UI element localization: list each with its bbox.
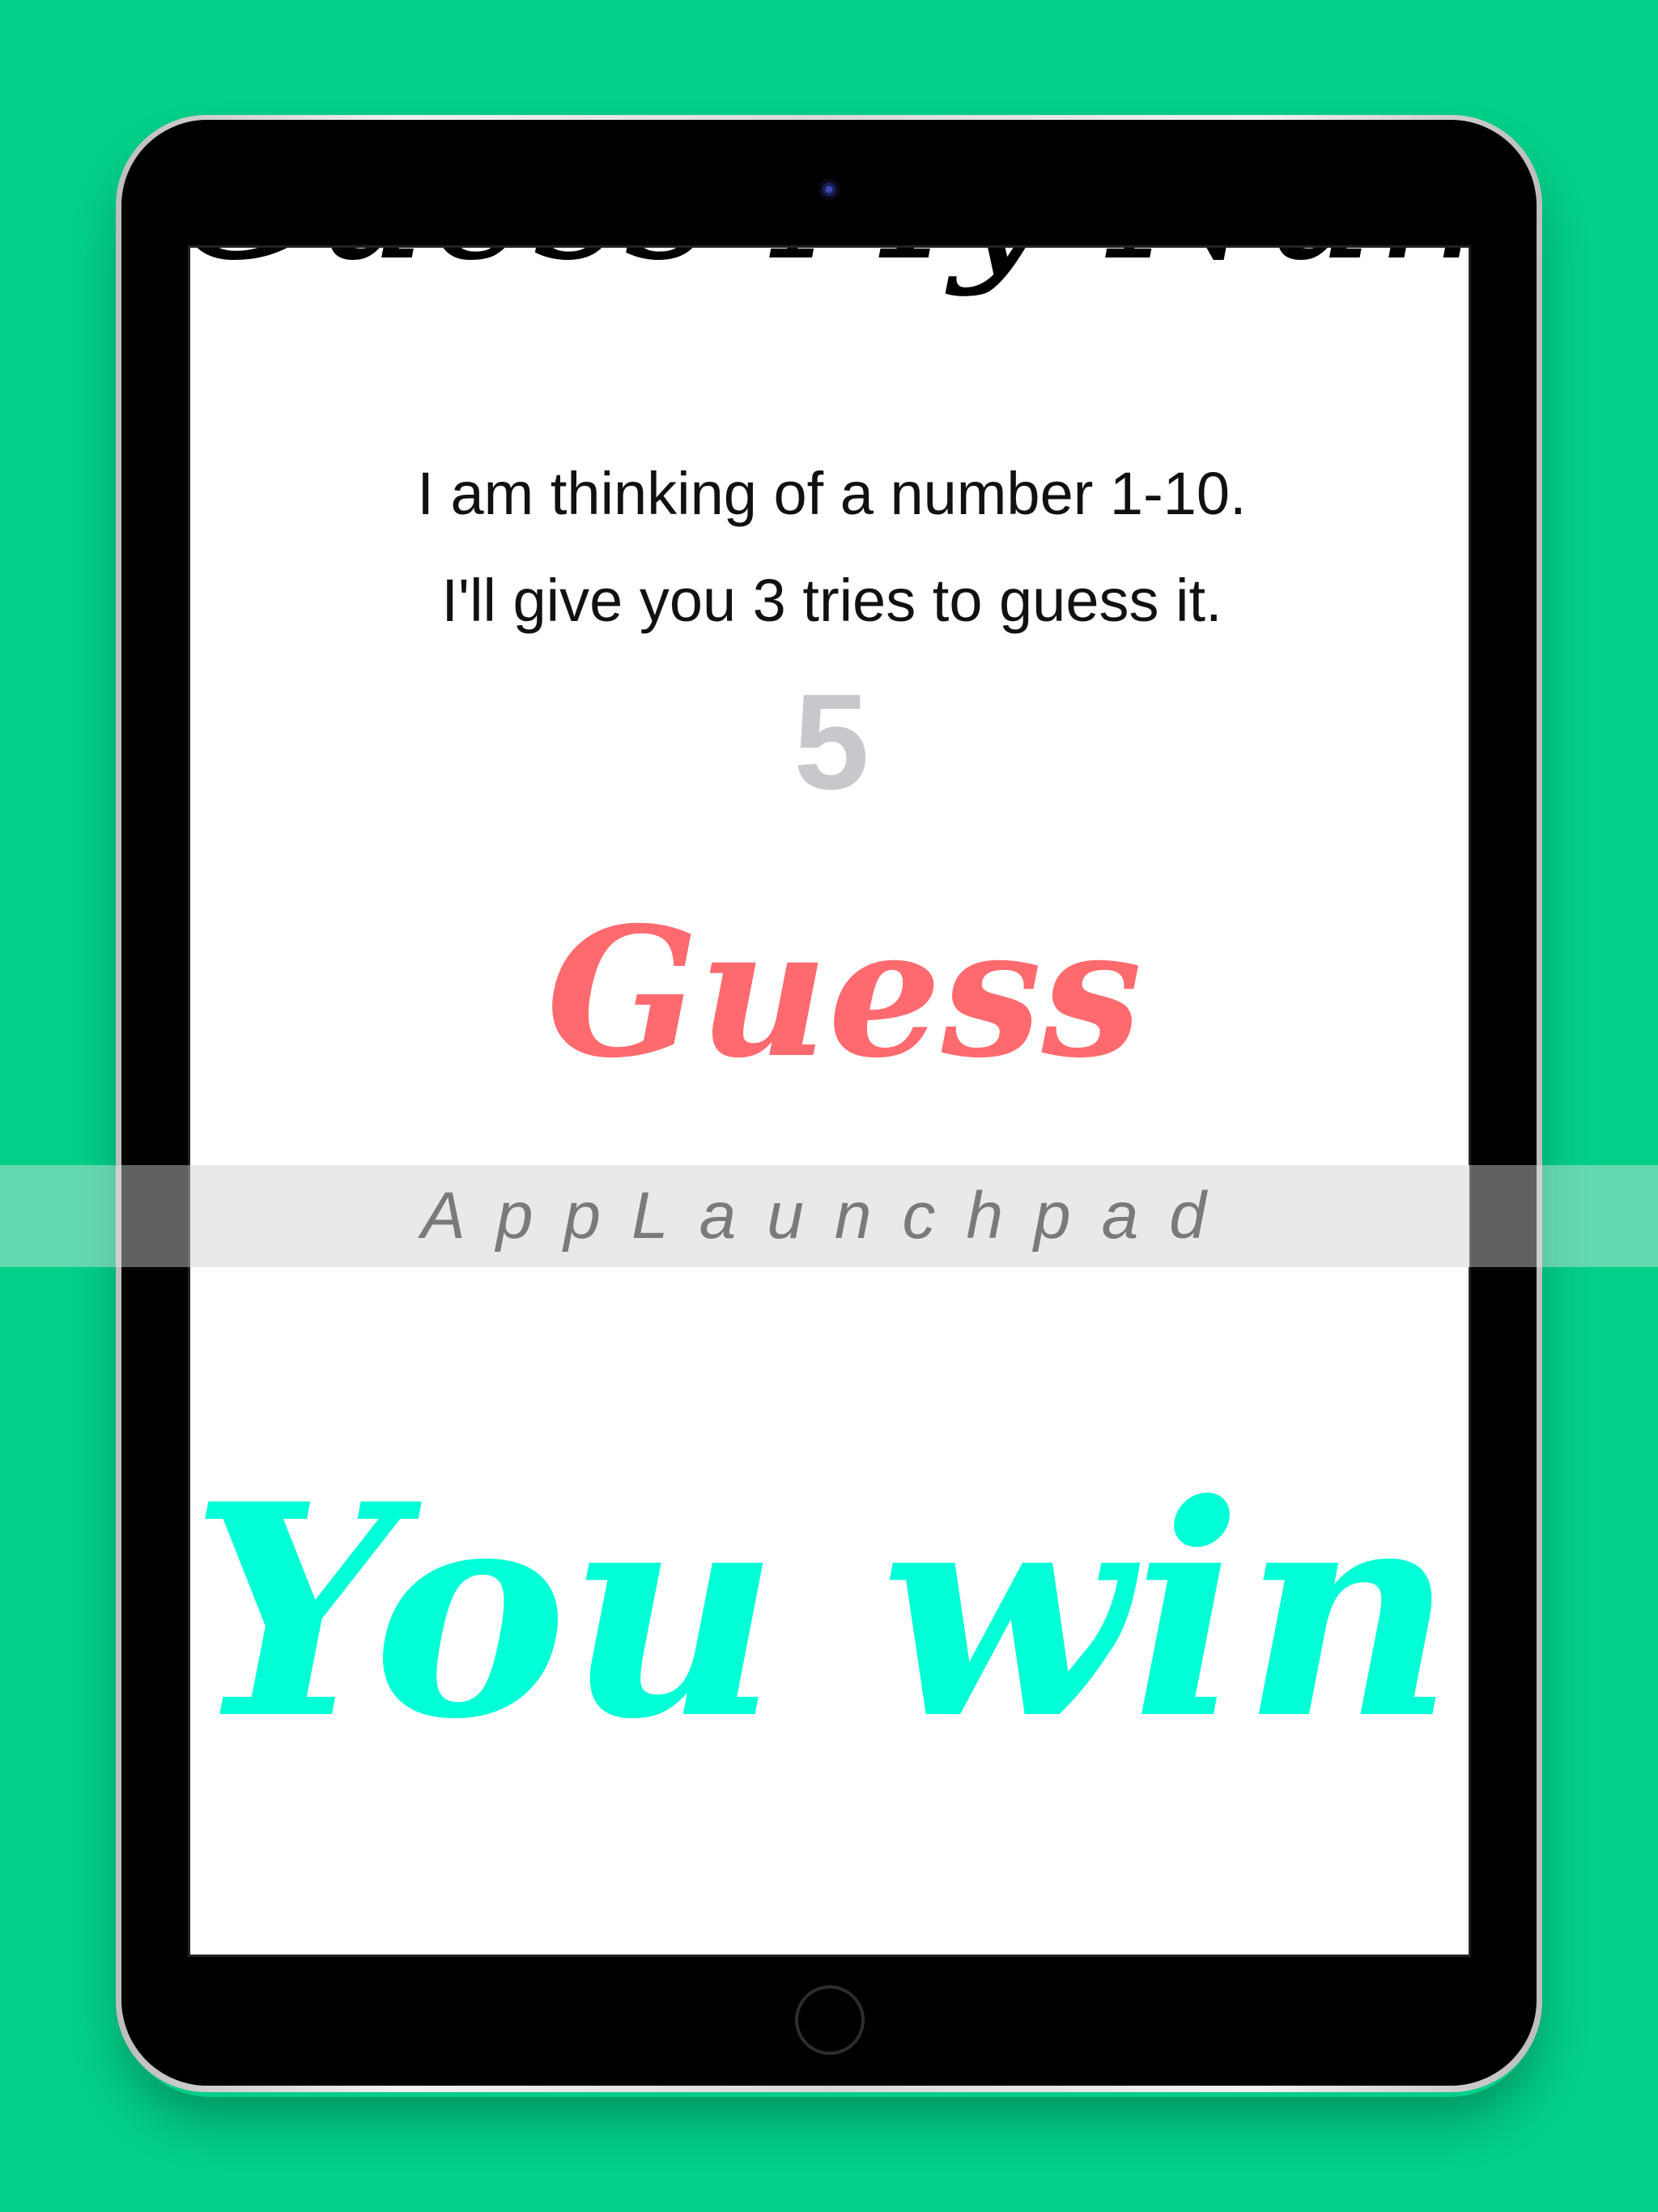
watermark-text: AppLaunchpad bbox=[421, 1179, 1237, 1253]
app-title: Guess My Number bbox=[190, 248, 1469, 284]
guess-button[interactable]: Guess bbox=[546, 879, 1142, 1106]
instruction-text: I am thinking of a number 1-10. I'll giv… bbox=[190, 440, 1469, 654]
instruction-line-2: I'll give you 3 tries to guess it. bbox=[441, 567, 1222, 634]
front-camera-icon bbox=[818, 179, 840, 200]
instruction-line-1: I am thinking of a number 1-10. bbox=[417, 460, 1247, 527]
home-button[interactable] bbox=[795, 1985, 865, 2055]
guess-number-input[interactable] bbox=[742, 669, 920, 815]
promo-stage: Guess My Number I am thinking of a numbe… bbox=[0, 0, 1658, 2212]
result-message: You win! bbox=[190, 1440, 1471, 1783]
app-screen: Guess My Number I am thinking of a numbe… bbox=[188, 245, 1471, 1957]
